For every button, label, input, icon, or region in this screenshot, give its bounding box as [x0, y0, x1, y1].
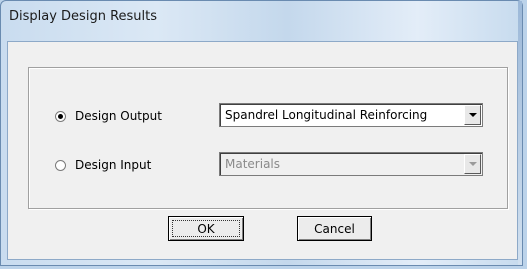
- title-bar[interactable]: Display Design Results: [1, 1, 522, 41]
- design-output-option[interactable]: Design Output: [55, 106, 162, 126]
- design-input-label: Design Input: [75, 158, 152, 172]
- dropdown-arrow-icon[interactable]: [464, 105, 481, 125]
- dialog-title: Display Design Results: [9, 9, 158, 24]
- design-input-option[interactable]: Design Input: [55, 155, 151, 175]
- design-input-value: Materials: [225, 157, 281, 171]
- dialog-body: Design Output Spandrel Longitudinal Rein…: [7, 41, 518, 260]
- cancel-button[interactable]: Cancel: [297, 216, 372, 241]
- radio-button-icon[interactable]: [55, 159, 66, 171]
- options-group: [28, 67, 508, 209]
- design-output-dropdown[interactable]: Spandrel Longitudinal Reinforcing: [219, 103, 483, 127]
- dialog-window: Display Design Results Design Output Spa…: [0, 0, 523, 266]
- design-output-label: Design Output: [75, 109, 162, 123]
- ok-button[interactable]: OK: [168, 216, 244, 241]
- radio-button-icon[interactable]: [55, 110, 66, 122]
- dropdown-arrow-icon[interactable]: [464, 154, 481, 174]
- design-input-dropdown[interactable]: Materials: [219, 152, 483, 176]
- design-output-value: Spandrel Longitudinal Reinforcing: [225, 108, 428, 122]
